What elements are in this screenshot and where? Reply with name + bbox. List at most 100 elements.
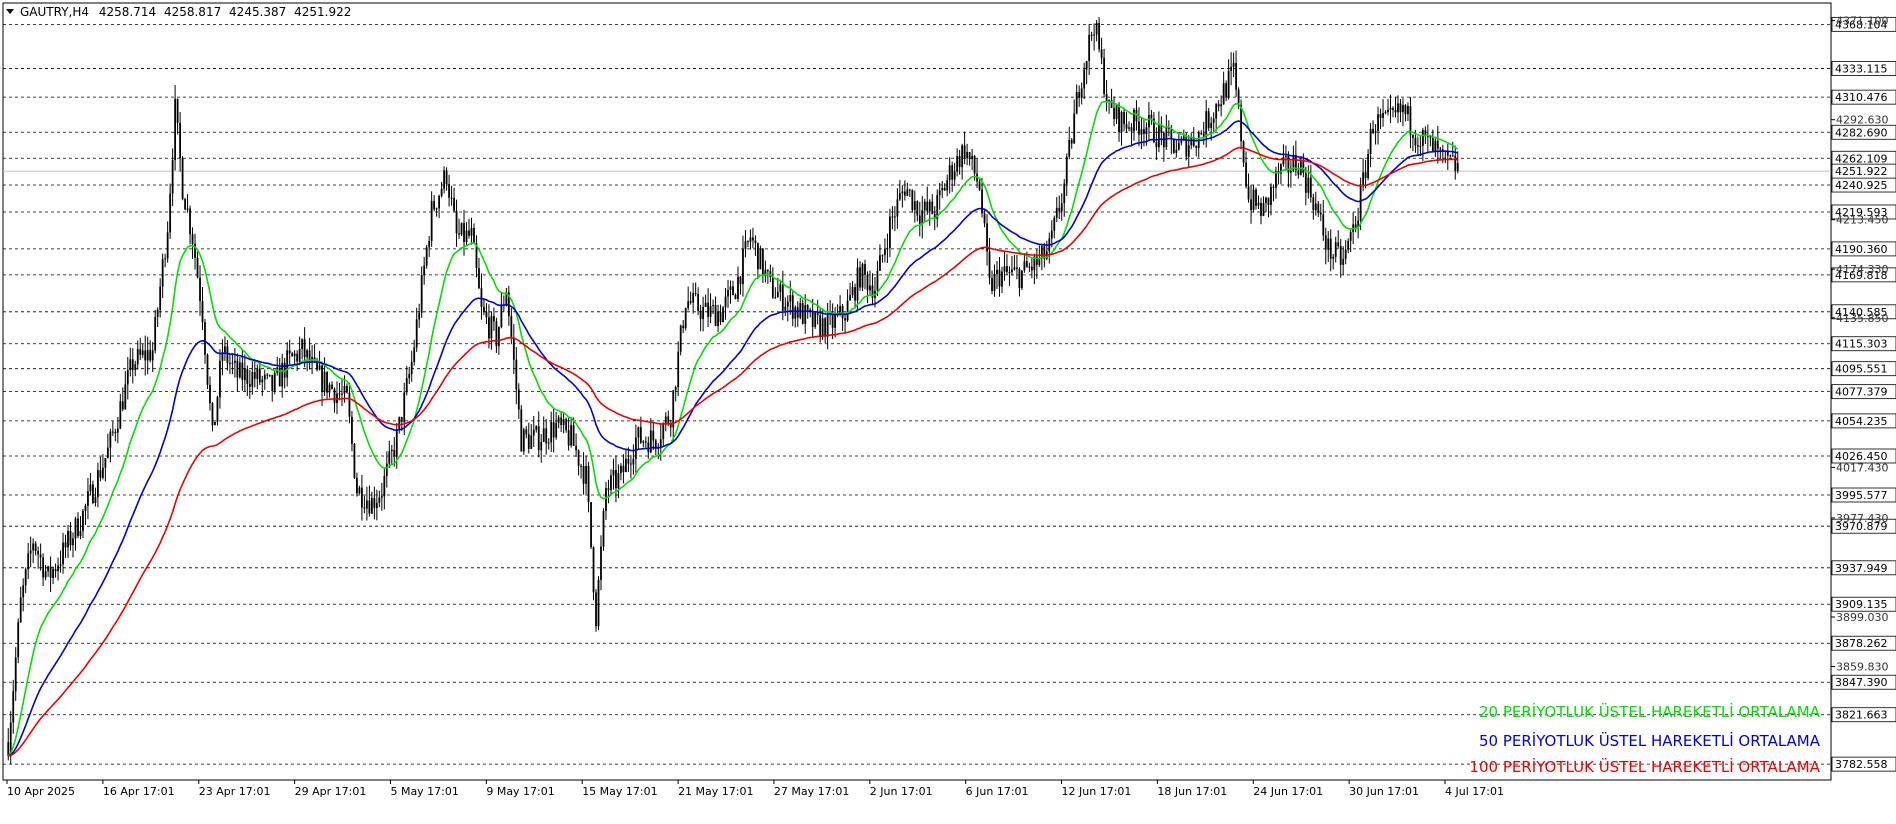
candle-body xyxy=(1001,271,1003,287)
candle-body xyxy=(1220,104,1223,107)
candle-body xyxy=(326,371,328,393)
candle-body xyxy=(575,445,577,451)
candle-body xyxy=(968,151,971,160)
candle-body xyxy=(490,316,493,339)
candle-body xyxy=(552,421,555,438)
candle-body xyxy=(1404,105,1407,115)
candle-body xyxy=(938,190,941,196)
candle-body xyxy=(378,497,381,503)
candle-body xyxy=(243,369,246,381)
candle-body xyxy=(1334,242,1337,257)
candle-body xyxy=(1414,138,1417,146)
candle-body xyxy=(1021,270,1023,289)
candle-body xyxy=(1382,112,1384,118)
candle-body xyxy=(679,325,682,352)
candle-body xyxy=(988,251,991,279)
candle-body xyxy=(951,165,954,180)
candle-body xyxy=(742,248,744,285)
candle-body xyxy=(597,579,600,627)
candle-body xyxy=(253,371,256,379)
candle-body xyxy=(1417,145,1419,147)
candle-body xyxy=(779,284,782,292)
candle-body xyxy=(1409,106,1412,135)
price-tick-label: 4135.850 xyxy=(1836,312,1889,325)
candle-body xyxy=(923,201,926,211)
candle-body xyxy=(443,170,445,189)
candle-body xyxy=(27,553,30,570)
candle-body xyxy=(794,307,797,319)
candle-body xyxy=(1314,203,1317,211)
candle-body xyxy=(1431,136,1434,151)
candle-body xyxy=(545,428,548,444)
candle-body xyxy=(879,255,881,271)
candle-body xyxy=(216,397,219,422)
candle-body xyxy=(707,302,709,317)
candle-body xyxy=(361,487,363,508)
candle-body xyxy=(1050,230,1053,239)
candle-body xyxy=(527,434,530,449)
candle-body xyxy=(109,431,112,448)
candle-body xyxy=(824,318,827,337)
candle-body xyxy=(1267,197,1270,205)
candle-body xyxy=(343,386,346,394)
candle-body xyxy=(129,359,132,371)
candle-body xyxy=(1399,103,1402,113)
ohlc-low: 4245.387 xyxy=(229,5,286,19)
candle-body xyxy=(348,392,351,417)
candle-body xyxy=(136,349,139,365)
candle-body xyxy=(1282,157,1285,165)
candle-body xyxy=(834,314,837,328)
candle-body xyxy=(1175,149,1178,153)
price-tick-label: 4371.100 xyxy=(1836,15,1889,28)
candle-body xyxy=(577,450,580,466)
candle-body xyxy=(34,543,37,551)
candle-body xyxy=(796,307,799,318)
candle-body xyxy=(948,165,951,181)
legend-ema50: 50 PERİYOTLUK ÜSTEL HAREKETLİ ORTALAMA xyxy=(1479,731,1821,750)
candle-body xyxy=(1275,171,1277,188)
candle-body xyxy=(1003,266,1006,272)
candle-body xyxy=(328,384,331,393)
candle-body xyxy=(958,156,961,168)
candle-body xyxy=(400,417,403,423)
candle-body xyxy=(303,339,306,358)
candle-body xyxy=(440,188,443,196)
candle-body xyxy=(1055,207,1058,218)
candle-body xyxy=(1364,172,1367,179)
candle-body xyxy=(92,484,94,504)
candle-body xyxy=(17,622,20,658)
candle-body xyxy=(1125,124,1128,129)
candle-body xyxy=(470,228,473,236)
price-axis: 4368.1044333.1154310.4764282.6904262.109… xyxy=(1831,15,1896,772)
price-level-label: 4310.476 xyxy=(1835,91,1888,104)
candle-body xyxy=(971,155,973,160)
candle-body xyxy=(859,267,861,288)
candle-body xyxy=(1227,70,1230,98)
candle-body xyxy=(766,269,769,272)
candle-body xyxy=(134,364,137,371)
candle-body xyxy=(144,350,147,361)
candle-body xyxy=(296,353,299,362)
candle-body xyxy=(592,547,595,593)
candle-body xyxy=(689,301,692,303)
candle-body xyxy=(405,378,408,393)
candle-body xyxy=(856,267,859,301)
candle-body xyxy=(1098,22,1101,50)
chart-root: 4368.104 4333.115 4310.476 4282.690 4262.109… xyxy=(0,0,1896,820)
candle-body xyxy=(321,365,323,392)
candle-body xyxy=(908,189,911,191)
candle-body xyxy=(1058,207,1061,212)
candle-body xyxy=(358,487,361,494)
candle-body xyxy=(811,310,814,327)
candle-body xyxy=(739,276,742,285)
time-label: 6 Jun 17:01 xyxy=(966,785,1029,798)
candle-body xyxy=(363,507,366,509)
price-level-label: 4095.551 xyxy=(1835,363,1888,376)
candle-body xyxy=(1148,114,1150,128)
candle-body xyxy=(101,467,104,478)
candle-body xyxy=(943,187,946,191)
price-chart[interactable]: 4368.1044333.1154310.4764282.6904262.109… xyxy=(0,0,1896,820)
candle-body xyxy=(82,511,84,532)
candle-body xyxy=(1354,224,1357,228)
candle-body xyxy=(712,305,714,307)
